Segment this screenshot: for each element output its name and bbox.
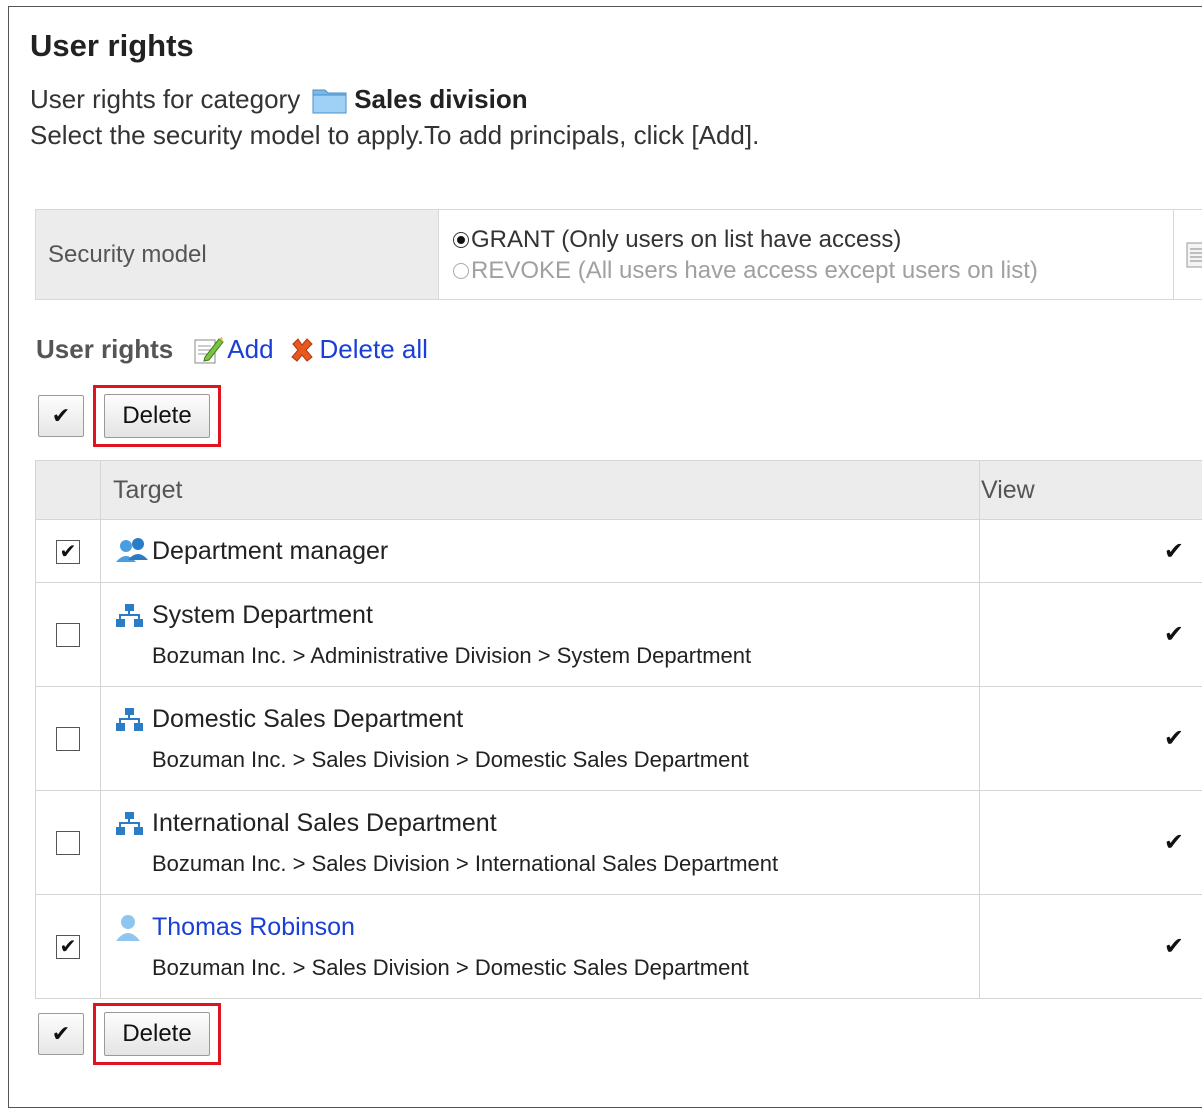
view-permission: ✔	[980, 583, 1202, 687]
category-name: Sales division	[354, 84, 527, 115]
target-name: International Sales Department	[152, 809, 497, 838]
grant-radio[interactable]	[453, 232, 469, 248]
view-column-header: View	[980, 461, 1202, 520]
row-checkbox[interactable]	[56, 623, 80, 647]
user-rights-label: User rights	[36, 334, 173, 365]
category-prefix: User rights for category	[30, 84, 300, 115]
user-rights-table: Target View ✔ Department manager ✔	[35, 460, 1202, 999]
revoke-option: REVOKE (All users have access except use…	[453, 255, 1173, 286]
delete-button-bottom[interactable]: Delete	[104, 1012, 210, 1056]
table-row: Domestic Sales Department Bozuman Inc. >…	[36, 687, 1202, 791]
row-checkbox[interactable]	[56, 727, 80, 751]
table-row: System Department Bozuman Inc. > Adminis…	[36, 583, 1202, 687]
revoke-label: REVOKE (All users have access except use…	[471, 257, 1038, 285]
target-name: Domestic Sales Department	[152, 705, 463, 734]
toggle-all-checkbox-button[interactable]: ✔	[38, 395, 84, 437]
organization-icon	[114, 809, 152, 839]
view-permission: ✔	[980, 687, 1202, 791]
view-permission: ✔	[980, 520, 1202, 583]
security-model-label: Security model	[36, 210, 439, 299]
target-path: Bozuman Inc. > Sales Division > Internat…	[102, 851, 978, 877]
row-checkbox[interactable]	[56, 831, 80, 855]
row-checkbox[interactable]: ✔	[56, 935, 80, 959]
target-path: Bozuman Inc. > Sales Division > Domestic…	[102, 747, 978, 773]
target-name: Department manager	[152, 537, 388, 566]
page-title: User rights	[30, 28, 194, 64]
document-icon	[1186, 242, 1202, 268]
delete-button-top[interactable]: Delete	[104, 394, 210, 438]
checkbox-column-header	[36, 461, 101, 520]
target-path: Bozuman Inc. > Administrative Division >…	[102, 643, 978, 669]
bottom-toolbar: ✔ Delete	[38, 1003, 221, 1065]
user-rights-header: User rights Add Delete all	[36, 334, 428, 365]
delete-button-highlight: Delete	[93, 1003, 221, 1065]
table-row: International Sales Department Bozuman I…	[36, 791, 1202, 895]
grant-label: GRANT (Only users on list have access)	[471, 226, 901, 254]
table-row: ✔ Department manager ✔	[36, 520, 1202, 583]
delete-all-link[interactable]: Delete all	[320, 334, 428, 365]
target-column-header: Target	[101, 461, 980, 520]
revoke-radio	[453, 263, 469, 279]
organization-icon	[114, 601, 152, 631]
security-model-options: GRANT (Only users on list have access) R…	[439, 210, 1174, 299]
grant-option[interactable]: GRANT (Only users on list have access)	[453, 224, 1173, 255]
row-checkbox[interactable]: ✔	[56, 540, 80, 564]
role-group-icon	[114, 536, 152, 566]
security-model-table: Security model GRANT (Only users on list…	[35, 209, 1202, 300]
delete-x-icon[interactable]	[288, 336, 316, 364]
user-name-link[interactable]: Thomas Robinson	[152, 913, 355, 942]
view-permission: ✔	[980, 895, 1202, 999]
view-permission: ✔	[980, 791, 1202, 895]
add-link[interactable]: Add	[227, 334, 273, 365]
table-row: ✔ Thomas Robinson Bozuman Inc. > Sales D…	[36, 895, 1202, 999]
add-edit-icon[interactable]	[193, 335, 225, 365]
top-toolbar: ✔ Delete	[38, 385, 221, 447]
organization-icon	[114, 705, 152, 735]
toggle-all-checkbox-button[interactable]: ✔	[38, 1013, 84, 1055]
folder-icon	[312, 86, 348, 114]
instructions: Select the security model to apply.To ad…	[30, 120, 759, 151]
delete-button-highlight: Delete	[93, 385, 221, 447]
category-line: User rights for category Sales division	[30, 84, 528, 115]
target-name: System Department	[152, 601, 373, 630]
user-icon	[114, 913, 152, 943]
target-path: Bozuman Inc. > Sales Division > Domestic…	[102, 955, 978, 981]
